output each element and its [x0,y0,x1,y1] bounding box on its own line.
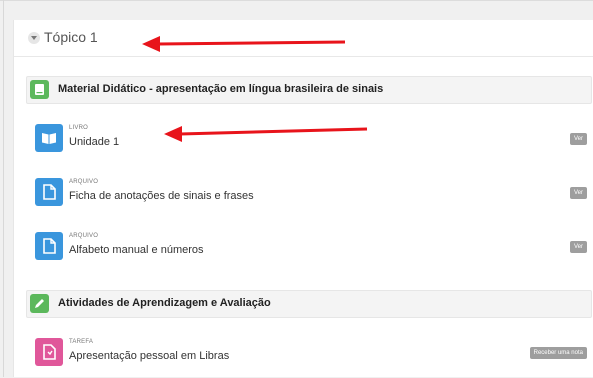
section-header-atividades[interactable]: Atividades de Aprendizagem e Avaliação [26,290,592,318]
course-content-panel: Tópico 1 Material Didático - apresentaçã… [13,20,593,377]
activity-item-ficha[interactable]: ARQUIVO Ficha de anotações de sinais e f… [35,178,590,218]
activity-type: ARQUIVO [69,179,99,185]
pencil-icon [30,294,49,313]
topic-title: Tópico 1 [44,29,98,45]
section-header-material[interactable]: Material Didático - apresentação em líng… [26,76,592,104]
section-title: Material Didático - apresentação em líng… [58,83,384,95]
file-icon [35,232,63,260]
activity-item-alfabeto[interactable]: ARQUIVO Alfabeto manual e números Ver [35,232,590,272]
book-icon [30,80,49,99]
activity-name-link[interactable]: Unidade 1 [69,136,119,148]
activity-type: ARQUIVO [69,233,99,239]
grade-button[interactable]: Receber uma nota [529,347,587,359]
section-title: Atividades de Aprendizagem e Avaliação [58,297,271,309]
activity-name-link[interactable]: Apresentação pessoal em Libras [69,350,229,362]
annotation-arrow-topic [142,36,346,52]
chevron-down-icon[interactable] [28,32,40,44]
annotation-arrow-unidade [164,126,368,142]
activity-type: LIVRO [69,125,89,131]
activity-type: TAREFA [69,339,94,345]
view-button[interactable]: Ver [569,133,587,145]
activity-name-link[interactable]: Ficha de anotações de sinais e frases [69,190,254,202]
activity-name-link[interactable]: Alfabeto manual e números [69,244,204,256]
window-top-border [0,0,593,1]
view-button[interactable]: Ver [569,187,587,199]
assignment-icon [35,338,63,366]
activity-item-apresentacao[interactable]: TAREFA Apresentação pessoal em Libras Re… [35,338,590,378]
file-icon [35,178,63,206]
window-left-border [3,0,4,377]
view-button[interactable]: Ver [569,241,587,253]
book-open-icon [35,124,63,152]
